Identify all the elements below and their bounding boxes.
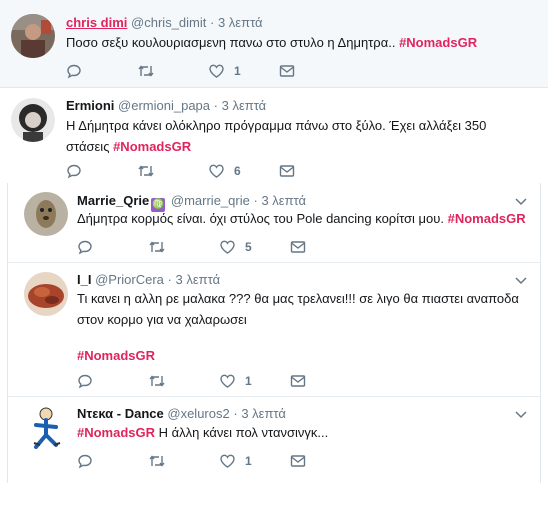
avatar[interactable]	[24, 192, 68, 236]
heart-icon	[209, 64, 224, 78]
envelope-icon	[290, 455, 306, 467]
tweet-text: Η Δήμητρα κάνει ολόκληρο πρόγραμμα πάνω …	[66, 118, 487, 133]
retweet-button[interactable]	[137, 163, 155, 179]
retweet-button[interactable]	[148, 453, 166, 469]
retweet-icon	[138, 165, 154, 177]
chevron-down-icon[interactable]	[515, 277, 527, 285]
user-name[interactable]: chris dimi	[66, 15, 127, 30]
message-button[interactable]	[279, 163, 295, 179]
tweet-text: Δήμητρα κορμός είναι. όχι στύλος του Pol…	[77, 211, 448, 226]
like-count: 1	[234, 64, 241, 78]
retweet-icon	[149, 455, 165, 467]
timestamp[interactable]: 3 λεπτά	[241, 406, 286, 421]
tweet[interactable]: Ermioni @ermioni_papa · 3 λεπτά Η Δήμητρ…	[0, 88, 548, 183]
like-count: 1	[245, 454, 252, 468]
message-button[interactable]	[290, 373, 306, 389]
reply-button[interactable]	[77, 239, 93, 255]
tweet[interactable]: Marrie_Qrie ♍ @marrie_qrie · 3 λεπτά Δήμη…	[8, 183, 540, 263]
envelope-icon	[279, 65, 295, 77]
separator: ·	[253, 193, 258, 208]
avatar[interactable]	[11, 14, 55, 58]
user-handle[interactable]: @ermioni_papa	[118, 98, 210, 113]
hashtag-link[interactable]: #NomadsGR	[113, 139, 191, 154]
tweet-text: Η άλλη κάνει πολ ντανσινγκ...	[155, 425, 329, 440]
user-name[interactable]: Ντεκα - Dance	[77, 406, 164, 421]
user-handle[interactable]: @PriorCera	[95, 272, 164, 287]
hashtag-link[interactable]: #NomadsGR	[77, 425, 155, 440]
heart-icon	[220, 240, 235, 254]
reply-icon	[67, 64, 81, 79]
user-handle[interactable]: @marrie_qrie	[171, 193, 250, 208]
avatar[interactable]	[11, 98, 55, 142]
timestamp[interactable]: 3 λεπτά	[218, 15, 263, 30]
timestamp[interactable]: 3 λεπτά	[176, 272, 221, 287]
heart-icon	[220, 454, 235, 468]
like-button[interactable]: 1	[219, 453, 252, 469]
heart-icon	[209, 164, 224, 178]
hashtag-link[interactable]: #NomadsGR	[448, 211, 526, 226]
timestamp[interactable]: 3 λεπτά	[222, 98, 267, 113]
timestamp[interactable]: 3 λεπτά	[261, 193, 306, 208]
reply-button[interactable]	[77, 453, 93, 469]
envelope-icon	[290, 375, 306, 387]
avatar[interactable]	[24, 405, 68, 449]
like-button[interactable]: 6	[208, 163, 241, 179]
like-button[interactable]: 5	[219, 239, 252, 255]
chevron-down-icon[interactable]	[515, 198, 527, 206]
user-handle[interactable]: @xeluros2	[167, 406, 229, 421]
chevron-down-icon[interactable]	[515, 411, 527, 419]
reply-icon	[78, 240, 92, 255]
like-button[interactable]: 1	[208, 63, 241, 79]
user-name[interactable]: Ermioni	[66, 98, 114, 113]
tweet-text: στον κορμο για να χαλαρωσει	[77, 312, 247, 327]
separator: ·	[233, 406, 238, 421]
reply-icon	[78, 454, 92, 469]
reply-icon	[78, 374, 92, 389]
separator: ·	[213, 98, 218, 113]
reply-icon	[67, 164, 81, 179]
user-name[interactable]: Marrie_Qrie	[77, 193, 149, 208]
like-button[interactable]: 1	[219, 373, 252, 389]
retweet-icon	[138, 65, 154, 77]
tweet-text: Τι κανει η αλλη ρε μαλακα ??? θα μας τρε…	[77, 291, 519, 306]
envelope-icon	[279, 165, 295, 177]
separator: ·	[167, 272, 172, 287]
avatar[interactable]	[24, 272, 68, 316]
envelope-icon	[290, 241, 306, 253]
retweet-button[interactable]	[148, 373, 166, 389]
hashtag-link[interactable]: #NomadsGR	[77, 348, 155, 363]
hashtag-link[interactable]: #NomadsGR	[399, 35, 477, 50]
separator: ·	[210, 15, 215, 30]
like-count: 6	[234, 164, 241, 178]
tweet-text: Ποσο σεξυ κουλουριασμενη πανω στο στυλο …	[66, 35, 400, 50]
user-name[interactable]: I_I	[77, 272, 91, 287]
message-button[interactable]	[279, 63, 295, 79]
retweet-button[interactable]	[137, 63, 155, 79]
tweet[interactable]: I_I @PriorCera · 3 λεπτά Τι κανει η αλλη…	[8, 263, 540, 397]
heart-icon	[220, 374, 235, 388]
like-count: 1	[245, 374, 252, 388]
message-button[interactable]	[290, 239, 306, 255]
message-button[interactable]	[290, 453, 306, 469]
reply-button[interactable]	[66, 163, 82, 179]
reply-button[interactable]	[66, 63, 82, 79]
like-count: 5	[245, 240, 252, 254]
tweet-text: στάσεις	[66, 139, 114, 154]
retweet-icon	[149, 241, 165, 253]
retweet-button[interactable]	[148, 239, 166, 255]
tweet[interactable]: Ντεκα - Dance @xeluros2 · 3 λεπτά #Nomad…	[8, 397, 540, 483]
reply-button[interactable]	[77, 373, 93, 389]
retweet-icon	[149, 375, 165, 387]
user-handle[interactable]: @chris_dimit	[131, 15, 206, 30]
tweet[interactable]: chris dimi @chris_dimit · 3 λεπτά Ποσο σ…	[0, 0, 548, 88]
